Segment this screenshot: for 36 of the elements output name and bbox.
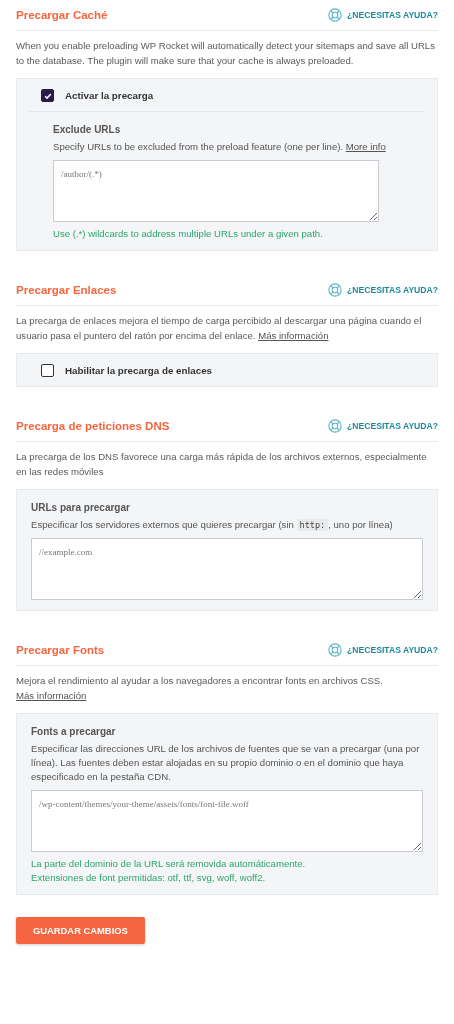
checkbox-label: Habilitar la precarga de enlaces — [65, 365, 213, 376]
help-link[interactable]: ¿NECESITAS AYUDA? — [328, 8, 438, 22]
lifebuoy-icon — [328, 8, 343, 22]
field-label: Exclude URLs — [53, 124, 122, 135]
section-description: Mejora el rendimiento al ayudar a los navegadores a encontrar fonts en archivos CSS. Más información — [16, 674, 384, 703]
section-description: La precarga de enlaces mejora el tiempo de carga percibido al descargar una página cuando el usuario pasa el puntero del ratón por encima del enlace. Más información — [16, 314, 423, 343]
help-link[interactable]: ¿NECESITAS AYUDA? — [328, 643, 438, 657]
lifebuoy-icon — [328, 643, 343, 657]
section-title: Precarga de peticiones DNS — [16, 420, 170, 432]
field-hint: Especificar los servidores externos que quieres precargar (sin http: , uno por línea) — [31, 518, 394, 532]
checkbox[interactable] — [41, 89, 54, 102]
checkbox[interactable] — [41, 364, 54, 377]
field-label: Fonts a precargar — [31, 726, 117, 737]
textarea-field[interactable]: /author/(.*) — [53, 160, 379, 222]
field-hint: Specify URLs to be excluded from the preload feature (one per line). More info — [53, 140, 387, 154]
section-description: When you enable preloading WP Rocket will automatically detect your sitemaps and save all URLs to the database. The plugin will make sure that your cache is always preloaded. — [16, 39, 436, 68]
textarea-field[interactable]: //example.com — [31, 538, 423, 600]
field-note: La parte del dominio de la URL será removida automáticamente. — [31, 858, 307, 870]
lifebuoy-icon — [328, 283, 343, 297]
section-description: La precarga de los DNS favorece una carga más rápida de los archivos externos, especialmente en las redes móviles — [16, 450, 428, 479]
help-link[interactable]: ¿NECESITAS AYUDA? — [328, 419, 438, 433]
checkbox-label: Activar la precarga — [65, 90, 154, 101]
textarea-field[interactable]: /wp-content/themes/your-theme/assets/fonts/font-file.woff — [31, 790, 423, 852]
more-info-link[interactable]: Más información — [16, 690, 87, 701]
field-note: Use (.*) wildcards to address multiple URLs under a given path. — [53, 228, 324, 240]
lifebuoy-icon — [328, 419, 343, 433]
section-title: Precargar Fonts — [16, 644, 105, 656]
more-info-link[interactable]: Más información — [258, 330, 329, 341]
section-title: Precargar Enlaces — [16, 284, 117, 296]
field-label: URLs para precargar — [31, 502, 131, 513]
save-button[interactable]: GUARDAR CAMBIOS — [16, 917, 145, 944]
help-link[interactable]: ¿NECESITAS AYUDA? — [328, 283, 438, 297]
section-title: Precargar Caché — [16, 9, 108, 21]
field-hint: Especificar las direcciones URL de los archivos de fuentes que se van a precargar (una por línea). Las fuentes deben estar alojadas en su propio dominio o en el dominio que haya especificado en la pestaña CDN. — [31, 742, 421, 784]
more-info-link[interactable]: More info — [345, 141, 386, 152]
field-note: Extensiones de font permitidas: otf, ttf, svg, woff, woff2. — [31, 872, 267, 884]
